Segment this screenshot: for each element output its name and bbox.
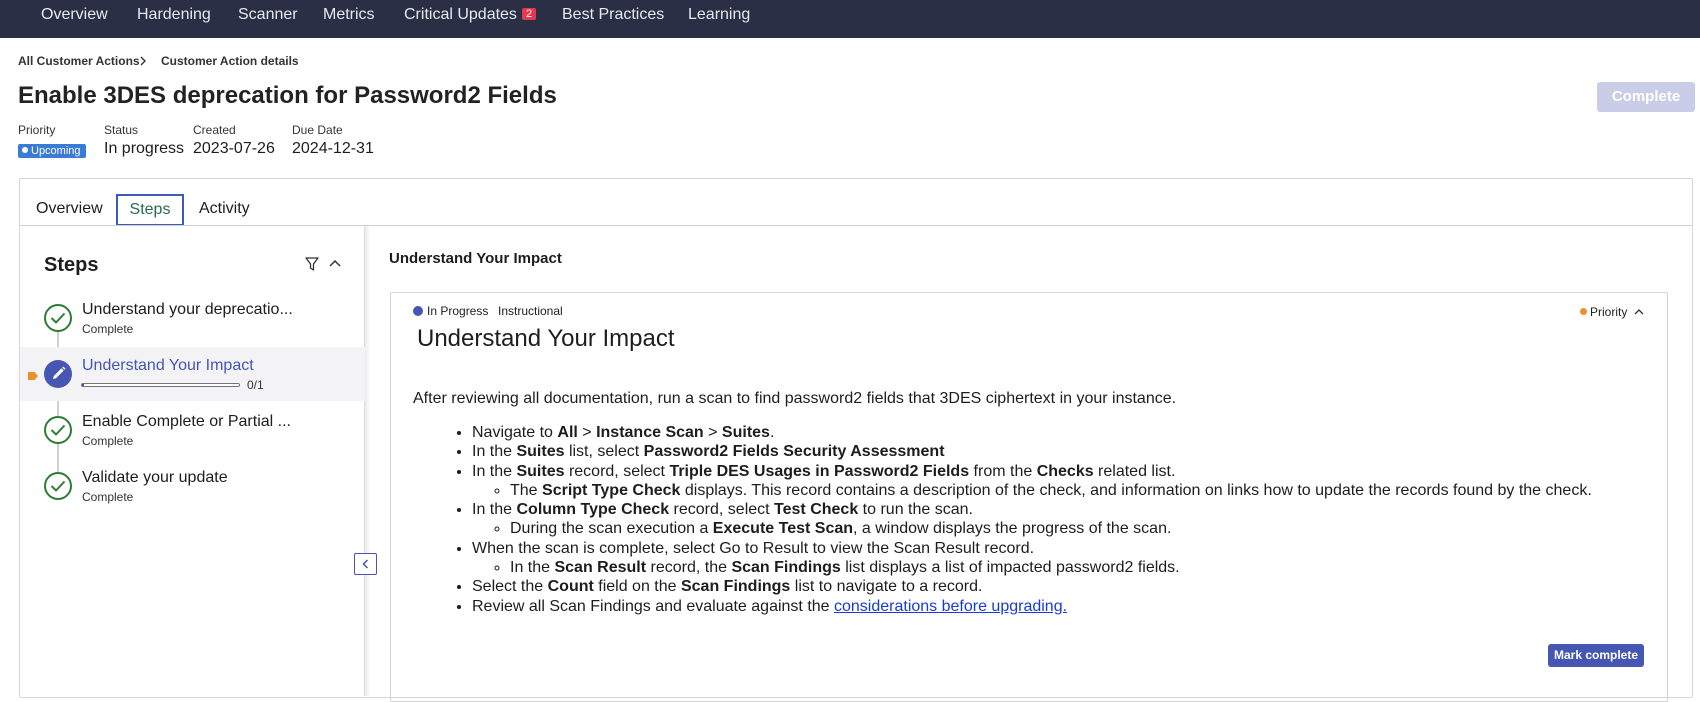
mark-complete-button[interactable]: Mark complete — [1548, 644, 1644, 667]
priority-toggle-label: Priority — [1590, 305, 1628, 319]
instruction-list: Navigate to All > Instance Scan > Suites… — [472, 423, 1592, 616]
step-2-progress-text: 0/1 — [247, 378, 264, 392]
sidebar-shadow — [365, 226, 371, 696]
nav-metrics[interactable]: Metrics — [323, 6, 375, 24]
step-2-progress-fill — [82, 384, 85, 386]
step-1-status: Complete — [82, 322, 134, 336]
step-complete-check-icon — [44, 304, 72, 332]
steps-sidebar — [20, 226, 365, 696]
step-complete-check-icon — [44, 416, 72, 444]
page-title: Enable 3DES deprecation for Password2 Fi… — [18, 82, 557, 109]
considerations-link[interactable]: considerations before upgrading. — [834, 598, 1067, 615]
priority-toggle[interactable]: Priority — [1580, 305, 1644, 319]
complete-button[interactable]: Complete — [1597, 82, 1695, 112]
list-item: When the scan is complete, select Go to … — [472, 539, 1592, 578]
step-3-title[interactable]: Enable Complete or Partial ... — [82, 413, 291, 431]
nav-critical-updates-label: Critical Updates — [404, 6, 517, 23]
tab-overview[interactable]: Overview — [36, 200, 103, 218]
step-3-status: Complete — [82, 434, 134, 448]
step-2-progress-bar — [81, 383, 240, 387]
step-complete-check-icon — [44, 472, 72, 500]
steps-title: Steps — [44, 254, 99, 276]
nav-learning[interactable]: Learning — [688, 6, 750, 24]
due-date-label: Due Date — [292, 123, 343, 137]
critical-updates-count-badge: 2 — [521, 8, 537, 20]
priority-dot-icon — [1580, 308, 1587, 315]
step-4-status: Complete — [82, 490, 134, 504]
priority-value: Upcoming — [31, 145, 81, 157]
step-2-title[interactable]: Understand Your Impact — [82, 357, 254, 375]
list-item: In the Suites record, select Triple DES … — [472, 462, 1592, 501]
list-item: Review all Scan Findings and evaluate ag… — [472, 597, 1592, 616]
priority-dot-icon — [22, 147, 28, 153]
status-label: Status — [104, 123, 139, 137]
nav-critical-updates[interactable]: Critical Updates 2 — [404, 6, 537, 24]
breadcrumb-current: Customer Action details — [161, 54, 299, 68]
list-item: In the Column Type Check record, select … — [472, 500, 1592, 539]
list-item: In the Scan Result record, the Scan Find… — [510, 558, 1592, 577]
created-value: 2023-07-26 — [193, 140, 275, 157]
step-type: Instructional — [498, 304, 563, 318]
step-1-title[interactable]: Understand your deprecatio... — [82, 301, 293, 319]
collapse-sidebar-button[interactable] — [354, 553, 377, 575]
created-label: Created — [193, 123, 236, 137]
nav-best-practices[interactable]: Best Practices — [562, 6, 664, 24]
step-status-indicator: In Progress — [413, 304, 488, 318]
step-4-title[interactable]: Validate your update — [82, 469, 228, 487]
chevron-up-icon — [1634, 309, 1644, 315]
step-edit-pencil-icon — [44, 360, 72, 388]
status-value: In progress — [104, 140, 185, 157]
section-heading: Understand Your Impact — [389, 250, 562, 267]
content-title: Understand Your Impact — [417, 325, 675, 352]
priority-pill: Upcoming — [18, 144, 86, 158]
list-item: During the scan execution a Execute Test… — [510, 519, 1592, 538]
steps-connector-line — [57, 318, 59, 488]
list-item: The Script Type Check displays. This rec… — [510, 481, 1592, 500]
nav-scanner[interactable]: Scanner — [238, 6, 298, 24]
chevron-left-icon — [362, 559, 369, 569]
list-item: Select the Count field on the Scan Findi… — [472, 577, 1592, 596]
tab-steps[interactable]: Steps — [116, 194, 184, 226]
top-navigation: Overview Hardening Scanner Metrics Criti… — [0, 0, 1700, 38]
step-status-text: In Progress — [427, 304, 489, 318]
list-item: In the Suites list, select Password2 Fie… — [472, 442, 1592, 461]
collapse-up-icon[interactable] — [328, 258, 342, 268]
due-date-value: 2024-12-31 — [292, 140, 374, 157]
tab-activity[interactable]: Activity — [199, 200, 250, 218]
nav-overview[interactable]: Overview — [41, 6, 108, 24]
breadcrumb-chevron-icon — [140, 56, 146, 66]
nav-hardening[interactable]: Hardening — [137, 6, 211, 24]
priority-badge: Upcoming — [18, 141, 86, 159]
list-item: Navigate to All > Instance Scan > Suites… — [472, 423, 1592, 442]
intro-text: After reviewing all documentation, run a… — [413, 390, 1177, 407]
in-progress-status-icon — [413, 306, 423, 316]
breadcrumb-root-link[interactable]: All Customer Actions — [18, 54, 140, 68]
filter-icon[interactable] — [305, 256, 319, 272]
priority-label: Priority — [18, 123, 56, 137]
